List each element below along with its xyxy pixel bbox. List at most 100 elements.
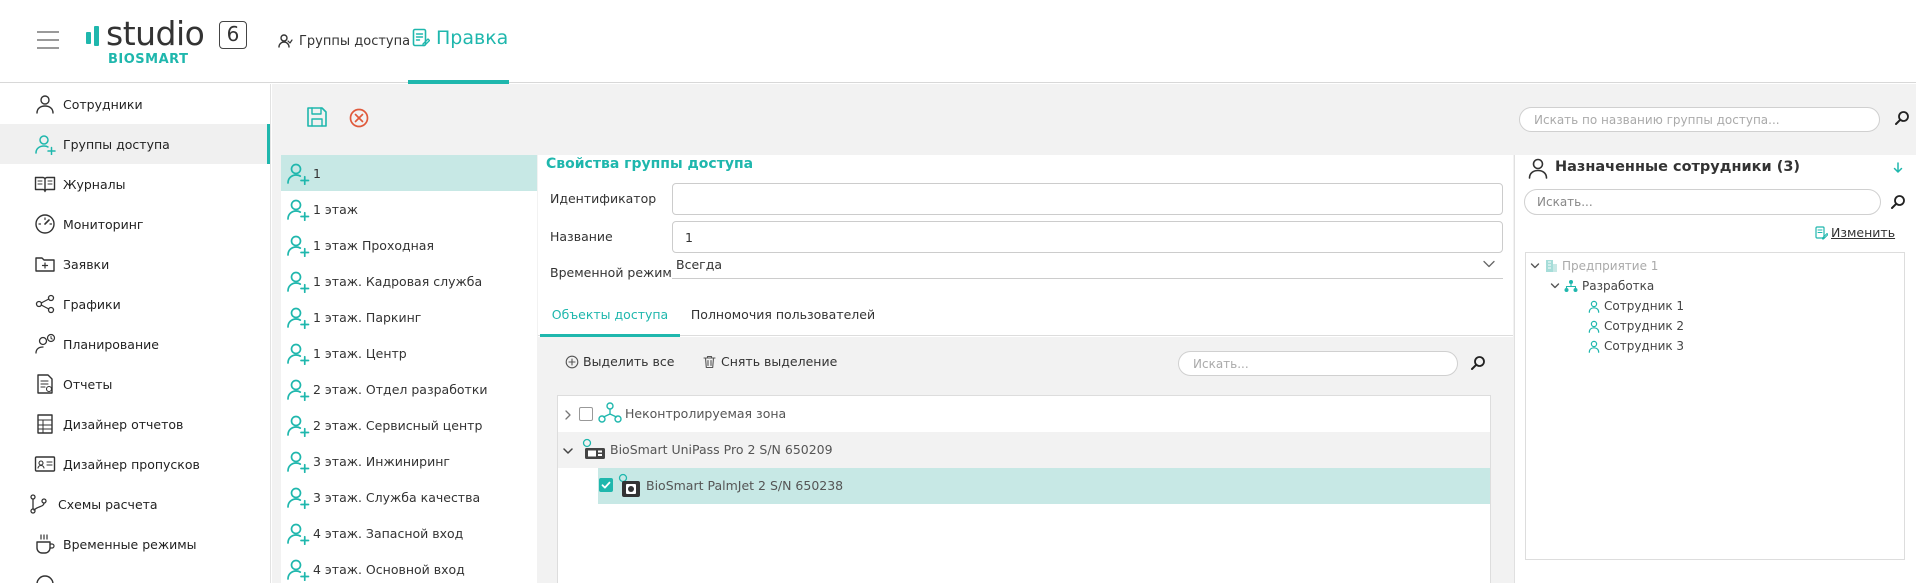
checkbox-checked[interactable] [599,478,613,492]
app-logo: studio 6 BIOSMART [86,16,256,68]
sidebar-item-time-modes[interactable]: Временные режимы [0,524,270,564]
tab-access-groups-label: Группы доступа [299,33,411,49]
deselect-label: Снять выделение [721,354,838,369]
user-group-icon [278,34,293,48]
cancel-icon[interactable] [348,107,370,129]
chevron-down-icon[interactable] [563,447,573,455]
group-list-item[interactable]: 1 этаж. Центр [281,335,537,371]
sidebar-item-employees[interactable]: Сотрудники [0,84,270,124]
tab-access-groups[interactable]: Группы доступа [277,27,410,55]
sidebar-item-label: Заявки [63,256,110,272]
group-list-item[interactable]: 3 этаж. Служба качества [281,479,537,515]
tree-node-employee[interactable]: Сотрудник 3 [1588,336,1684,356]
time-mode-select[interactable]: Всегда [672,251,1503,279]
sidebar-item-calculation-schemes[interactable]: Схемы расчета [0,484,270,524]
sidebar-item-reports[interactable]: Отчеты [0,364,270,404]
assigned-employees-title: Назначенные сотрудники (3) [1555,159,1801,175]
tree-row-label: Неконтролируемая зона [625,406,787,421]
person-icon [1588,340,1600,353]
identifier-field[interactable] [672,183,1503,215]
person-icon [1588,300,1600,313]
group-list-item[interactable]: 2 этаж. Отдел разработки [281,371,537,407]
share-icon [35,294,55,314]
tree-node-label: Разработка [1582,279,1655,293]
arrow-down-icon[interactable] [1891,161,1905,175]
tree-row-uncontrolled-zone[interactable]: Неконтролируемая зона [558,396,1490,432]
tree-node-label: Сотрудник 2 [1604,319,1685,333]
sidebar-item-report-designer[interactable]: Дизайнер отчетов [0,404,270,444]
chevron-down-icon[interactable] [1530,261,1540,271]
tab-access-objects-label: Объекты доступа [551,307,669,322]
access-objects-tree: Неконтролируемая зона BioSmart UniPass P… [557,395,1491,583]
group-list-item-label: 3 этаж. Инжиниринг [313,453,450,469]
tab-access-objects[interactable]: Объекты доступа [540,298,680,337]
tree-node-employee[interactable]: Сотрудник 1 [1588,296,1684,316]
tree-node-enterprise[interactable]: Предприятие 1 [1530,256,1658,276]
sidebar-item-more[interactable] [0,564,270,583]
deselect-button[interactable]: Снять выделение [703,354,837,369]
group-list-item[interactable]: 4 этаж. Запасной вход [281,515,537,551]
select-all-button[interactable]: Выделить все [565,354,674,369]
group-list-item[interactable]: 1 этаж [281,191,537,227]
user-group-icon [287,415,310,437]
tree-row-palmjet[interactable]: BioSmart PalmJet 2 S/N 650238 [598,468,1490,504]
tree-row-unipass[interactable]: BioSmart UniPass Pro 2 S/N 650209 [558,432,1490,468]
tab-user-permissions[interactable]: Полномочия пользователей [688,298,878,336]
clock-icon [36,575,54,583]
chevron-down-icon[interactable] [1550,281,1560,291]
chevron-right-icon[interactable] [564,410,572,420]
sidebar-item-label: Мониторинг [63,216,144,232]
group-list-item[interactable]: 2 этаж. Сервисный центр [281,407,537,443]
tree-node-department[interactable]: Разработка [1550,276,1654,296]
logo-word: studio [106,14,205,53]
group-list-item[interactable]: 1 этаж. Паркинг [281,299,537,335]
name-field[interactable] [672,221,1503,253]
report-icon [37,374,53,394]
edit-employees-label: Изменить [1831,225,1896,240]
group-list-item[interactable]: 1 этаж. Кадровая служба [281,263,537,299]
tree-node-employee[interactable]: Сотрудник 2 [1588,316,1684,336]
subtabs-bar: Объекты доступа Полномочия пользователей [538,298,1513,337]
group-list-item-label: 1 [313,165,321,181]
time-mode-value: Всегда [676,257,723,272]
group-list-item-label: 1 этаж. Центр [313,345,407,361]
sidebar-item-requests[interactable]: Заявки [0,244,270,284]
edit-document-icon [412,28,430,47]
objects-search-input[interactable] [1178,351,1458,376]
trash-icon [703,355,716,368]
group-list-item[interactable]: 1 этаж Проходная [281,227,537,263]
search-icon[interactable] [1890,194,1906,210]
sidebar-item-schedules[interactable]: Графики [0,284,270,324]
sidebar-item-access-groups[interactable]: Группы доступа [0,124,270,164]
tab-edit[interactable]: Правка [408,0,509,84]
sidebar-item-pass-designer[interactable]: Дизайнер пропусков [0,444,270,484]
branch-icon [30,494,47,514]
group-list-item[interactable]: 4 этаж. Основной вход [281,551,537,583]
group-list-item-label: 1 этаж Проходная [313,237,434,253]
logo-bars-icon [86,26,100,48]
edit-employees-button[interactable]: Изменить [1815,225,1895,240]
save-icon[interactable] [305,105,329,129]
select-all-label: Выделить все [583,354,675,369]
group-list-item-label: 1 этаж [313,201,358,217]
menu-icon[interactable] [37,31,59,49]
user-group-icon [287,235,310,257]
group-search-input[interactable] [1519,107,1880,132]
journal-icon [34,176,56,193]
sidebar-item-monitoring[interactable]: Мониторинг [0,204,270,244]
sidebar-item-planning[interactable]: Планирование [0,324,270,364]
search-icon[interactable] [1470,355,1486,371]
employee-search-input[interactable] [1524,189,1881,215]
search-icon[interactable] [1894,110,1910,126]
sidebar-item-label: Журналы [63,176,126,192]
org-structure-icon [1564,280,1578,292]
group-list-item[interactable]: 3 этаж. Инжиниринг [281,443,537,479]
active-indicator [267,124,270,164]
user-group-icon [287,379,310,401]
person-icon [1588,320,1600,333]
sidebar-item-journals[interactable]: Журналы [0,164,270,204]
sidebar-item-label: Группы доступа [63,136,170,152]
sidebar-item-label: Графики [63,296,121,312]
checkbox[interactable] [579,407,593,421]
group-list-item[interactable]: 1 [281,155,537,191]
